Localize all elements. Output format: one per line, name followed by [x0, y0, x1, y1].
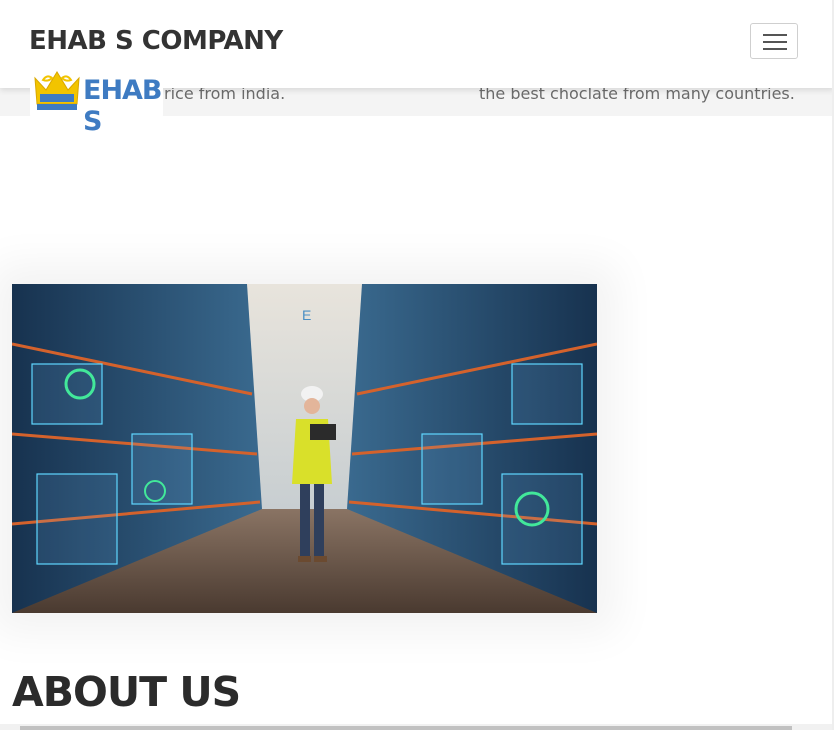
warehouse-worker-photo: E — [12, 284, 597, 613]
about-us-heading: ABOUT US — [12, 668, 241, 716]
menu-toggle-button[interactable] — [750, 23, 798, 59]
svg-text:E: E — [302, 307, 311, 323]
brand-title[interactable]: EHAB S COMPANY — [29, 26, 283, 56]
logo[interactable]: EHAB S — [30, 62, 163, 137]
scrollbar-thumb[interactable] — [20, 726, 792, 730]
hamburger-line — [763, 41, 787, 43]
logo-text: EHAB S — [83, 75, 163, 137]
crown-icon — [34, 71, 80, 110]
hamburger-line — [763, 48, 787, 50]
hamburger-menu-icon — [763, 34, 787, 36]
